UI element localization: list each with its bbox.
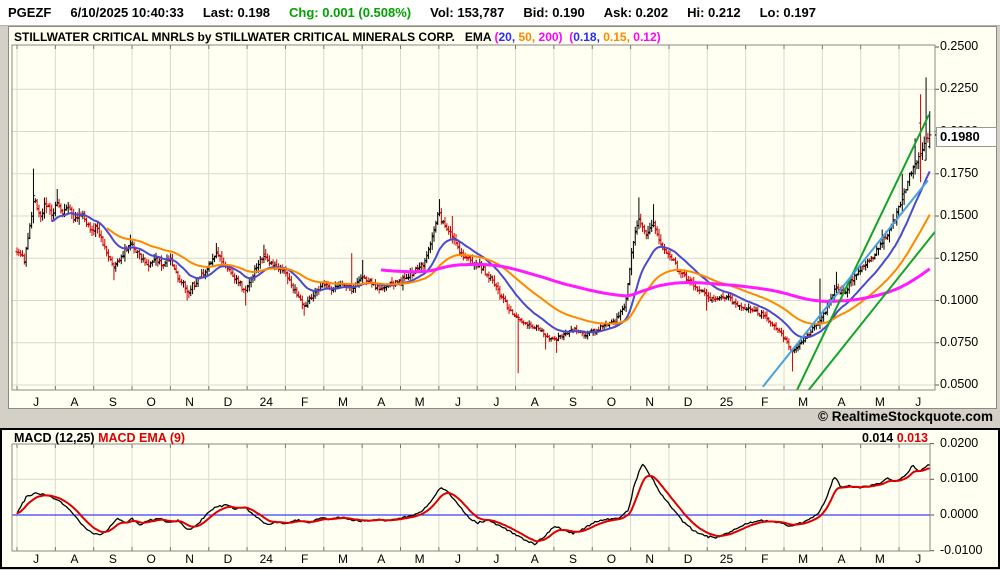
price-axis-label: 0.1250 xyxy=(940,250,979,265)
month-label-macd: O xyxy=(146,552,156,566)
price-axis-label: 0.2500 xyxy=(940,39,979,53)
macd-axis-label: -0.0100 xyxy=(940,542,983,557)
legend-segment: 0.15 xyxy=(603,30,627,44)
month-label-main: A xyxy=(837,395,846,409)
month-label-main: 25 xyxy=(719,395,734,409)
chart-canvas[interactable] xyxy=(0,0,1000,570)
legend-segment: 0.12 xyxy=(633,30,657,44)
macd-axis-label: 0.0200 xyxy=(940,435,979,450)
legend-segment: 0.18 xyxy=(573,30,597,44)
macd-values: 0.014 0.013 xyxy=(862,431,928,445)
month-label-main: M xyxy=(337,395,348,409)
month-label-main: A xyxy=(530,395,539,409)
month-label-main: J xyxy=(455,395,462,409)
month-label-main: F xyxy=(300,395,309,409)
month-label-macd: S xyxy=(569,552,578,566)
month-label-main: M xyxy=(798,395,809,409)
macd-value: 0.014 xyxy=(861,431,894,445)
month-label-main: D xyxy=(683,395,693,409)
month-label-main: J xyxy=(33,395,40,409)
month-label-main: J xyxy=(493,395,500,409)
price-axis-label: 0.1750 xyxy=(940,165,979,180)
month-label-macd: J xyxy=(33,552,40,566)
macd-axis-label: 0.0000 xyxy=(940,507,979,521)
macd-ema-value: 0.013 xyxy=(896,431,928,445)
month-label-main: A xyxy=(377,395,386,409)
macd-label: MACD (12,25) xyxy=(14,431,95,445)
price-axis-label: 0.2250 xyxy=(940,81,979,96)
legend-segment: 50 xyxy=(518,30,532,44)
price-axis-label: 0.0750 xyxy=(940,334,979,349)
month-label-macd: J xyxy=(493,552,500,566)
month-label-main: F xyxy=(761,395,769,409)
month-label-macd: A xyxy=(377,552,386,566)
month-label-main: S xyxy=(569,395,578,409)
month-label-main: D xyxy=(223,395,233,409)
month-label-macd: A xyxy=(837,552,846,566)
legend-segment: 20 xyxy=(498,30,512,44)
watermark: © RealtimeStockquote.com xyxy=(818,409,993,424)
price-axis-label: 0.1500 xyxy=(940,208,979,222)
price-axis-label: 0.1000 xyxy=(940,292,979,307)
month-label-main: M xyxy=(874,395,885,409)
price-axis-label: 0.0500 xyxy=(940,377,979,391)
month-label-macd: J xyxy=(455,552,462,566)
month-label-main: M xyxy=(414,395,425,409)
ema-legend: EMA (20, 50, 200) (0.18, 0.15, 0.12) xyxy=(455,30,661,44)
month-label-macd: M xyxy=(414,552,425,566)
chart-title-row: STILLWATER CRITICAL MNRLS by STILLWATER … xyxy=(14,30,661,44)
month-label-macd: 25 xyxy=(719,552,734,566)
macd-axis-label: 0.0100 xyxy=(940,471,979,486)
month-label-macd: O xyxy=(606,552,617,566)
month-label-main: A xyxy=(70,395,79,409)
macd-header: MACD (12,25) MACD EMA (9) xyxy=(14,431,185,445)
month-label-macd: A xyxy=(70,552,79,566)
month-label-main: S xyxy=(108,395,117,409)
month-label-main: 24 xyxy=(259,395,273,409)
month-label-main: O xyxy=(146,395,156,409)
month-label-main: N xyxy=(645,395,655,409)
month-label-main: J xyxy=(915,395,922,409)
month-label-macd: 24 xyxy=(259,552,273,566)
last-price-box: 0.1980 xyxy=(936,127,997,147)
month-label-main: N xyxy=(185,395,194,409)
month-label-macd: D xyxy=(223,552,233,566)
legend-segment: ) xyxy=(656,30,661,44)
month-label-macd: M xyxy=(798,552,809,566)
legend-segment: EMA xyxy=(454,30,495,44)
month-label-macd: A xyxy=(530,552,539,566)
month-label-macd: N xyxy=(185,552,194,566)
month-label-macd: M xyxy=(874,552,885,566)
macd-ema-label: MACD EMA (9) xyxy=(98,431,186,445)
month-label-macd: F xyxy=(300,552,309,566)
month-label-macd: S xyxy=(108,552,117,566)
month-label-macd: J xyxy=(915,552,922,566)
month-label-macd: N xyxy=(645,552,655,566)
security-name: STILLWATER CRITICAL MNRLS by STILLWATER … xyxy=(14,30,455,44)
month-label-macd: M xyxy=(337,552,348,566)
month-label-macd: D xyxy=(683,552,693,566)
month-label-macd: F xyxy=(761,552,769,566)
month-label-main: O xyxy=(606,395,617,409)
legend-segment: , xyxy=(531,30,539,44)
legend-segment: 200 xyxy=(538,30,559,44)
